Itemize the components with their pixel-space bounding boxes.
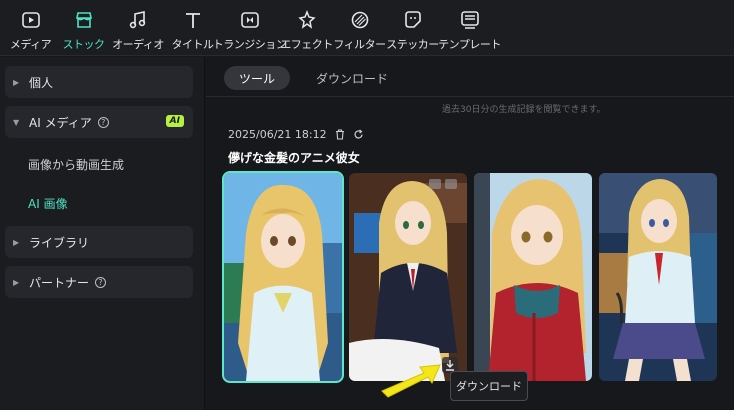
toolbar-template[interactable]: テンプレート (438, 0, 501, 56)
sidebar-group-label: 個人 (29, 75, 54, 90)
trash-icon[interactable] (335, 129, 345, 140)
ai-badge: AI (165, 115, 184, 127)
tab-bar: ツール ダウンロード (224, 66, 388, 90)
caret-right-icon: ▶ (13, 77, 20, 87)
caret-right-icon: ▶ (13, 277, 20, 287)
anime-girl-image (349, 173, 467, 381)
toolbar-label: オーディオ (112, 38, 164, 51)
help-icon[interactable]: ? (95, 276, 107, 288)
entry-header: 2025/06/21 18:12 (228, 128, 364, 141)
effect-icon (297, 9, 316, 29)
generated-image-1[interactable] (222, 171, 344, 383)
sidebar-group-ai-media[interactable]: ▼ AI メディア ? AI (5, 106, 193, 138)
stock-icon (75, 12, 92, 28)
main-panel: ツール ダウンロード 過去30日分の生成記録を閲覧できます。 2025/06/2… (206, 57, 734, 410)
top-toolbar: メディア ストック オーディオ タイトル トランジション エフェクト フィルター… (0, 0, 734, 56)
toolbar-audio[interactable]: オーディオ (110, 0, 166, 56)
sticker-icon (404, 11, 421, 28)
toolbar-transition[interactable]: トランジション (213, 0, 287, 56)
entry-timestamp: 2025/06/21 18:12 (228, 128, 327, 141)
generated-image-2[interactable] (349, 173, 467, 381)
toolbar-label: メディア (9, 38, 52, 51)
sidebar: ▶ 個人 ▼ AI メディア ? AI 画像から動画生成 AI 画像 ▶ ライブ… (0, 57, 205, 410)
media-icon (21, 12, 40, 28)
generated-image-3[interactable] (474, 173, 592, 381)
sidebar-group-label: ライブラリ (29, 235, 90, 250)
history-note: 過去30日分の生成記録を閲覧できます。 (442, 105, 606, 115)
sidebar-item-ai-image[interactable]: AI 画像 (28, 195, 68, 212)
toolbar-label: ステッカー (386, 38, 439, 51)
divider (206, 96, 734, 97)
toolbar-label: フィルター (333, 38, 386, 51)
anime-girl-image (599, 173, 717, 381)
transition-icon (240, 12, 259, 28)
anime-girl-image (474, 173, 592, 381)
toolbar-stock[interactable]: ストック (57, 0, 110, 56)
tab-tool[interactable]: ツール (224, 66, 290, 90)
tab-download[interactable]: ダウンロード (316, 66, 388, 90)
sidebar-item-image-to-video[interactable]: 画像から動画生成 (28, 156, 124, 173)
caret-down-icon: ▼ (13, 117, 20, 127)
sidebar-group-partner[interactable]: ▶ パートナー ? (5, 266, 193, 298)
toolbar-media[interactable]: メディア (4, 0, 57, 56)
generated-image-4[interactable] (599, 173, 717, 381)
audio-icon (129, 11, 146, 29)
toolbar-title[interactable]: タイトル (166, 0, 219, 56)
download-tooltip: ダウンロード (450, 371, 528, 401)
sidebar-group-personal[interactable]: ▶ 個人 (5, 66, 193, 98)
template-icon (460, 11, 479, 29)
toolbar-label: テンプレート (438, 38, 501, 51)
toolbar-effect[interactable]: エフェクト (280, 0, 333, 56)
title-icon (185, 13, 200, 28)
refresh-icon[interactable] (353, 129, 364, 140)
toolbar-label: トランジション (212, 38, 287, 51)
toolbar-label: ストック (62, 38, 106, 51)
filter-icon (351, 11, 368, 29)
sidebar-group-label: AI メディア (29, 115, 92, 130)
toolbar-sticker[interactable]: ステッカー (386, 0, 439, 56)
toolbar-filter[interactable]: フィルター (333, 0, 386, 56)
toolbar-label: タイトル (171, 38, 215, 51)
prompt-text: 儚げな金髪のアニメ彼女 (228, 151, 360, 165)
sidebar-group-library[interactable]: ▶ ライブラリ (5, 226, 193, 258)
toolbar-label: エフェクト (280, 38, 333, 51)
help-icon[interactable]: ? (97, 116, 109, 128)
anime-girl-image (224, 173, 342, 381)
caret-right-icon: ▶ (13, 237, 20, 247)
sidebar-group-label: パートナー (29, 275, 90, 290)
